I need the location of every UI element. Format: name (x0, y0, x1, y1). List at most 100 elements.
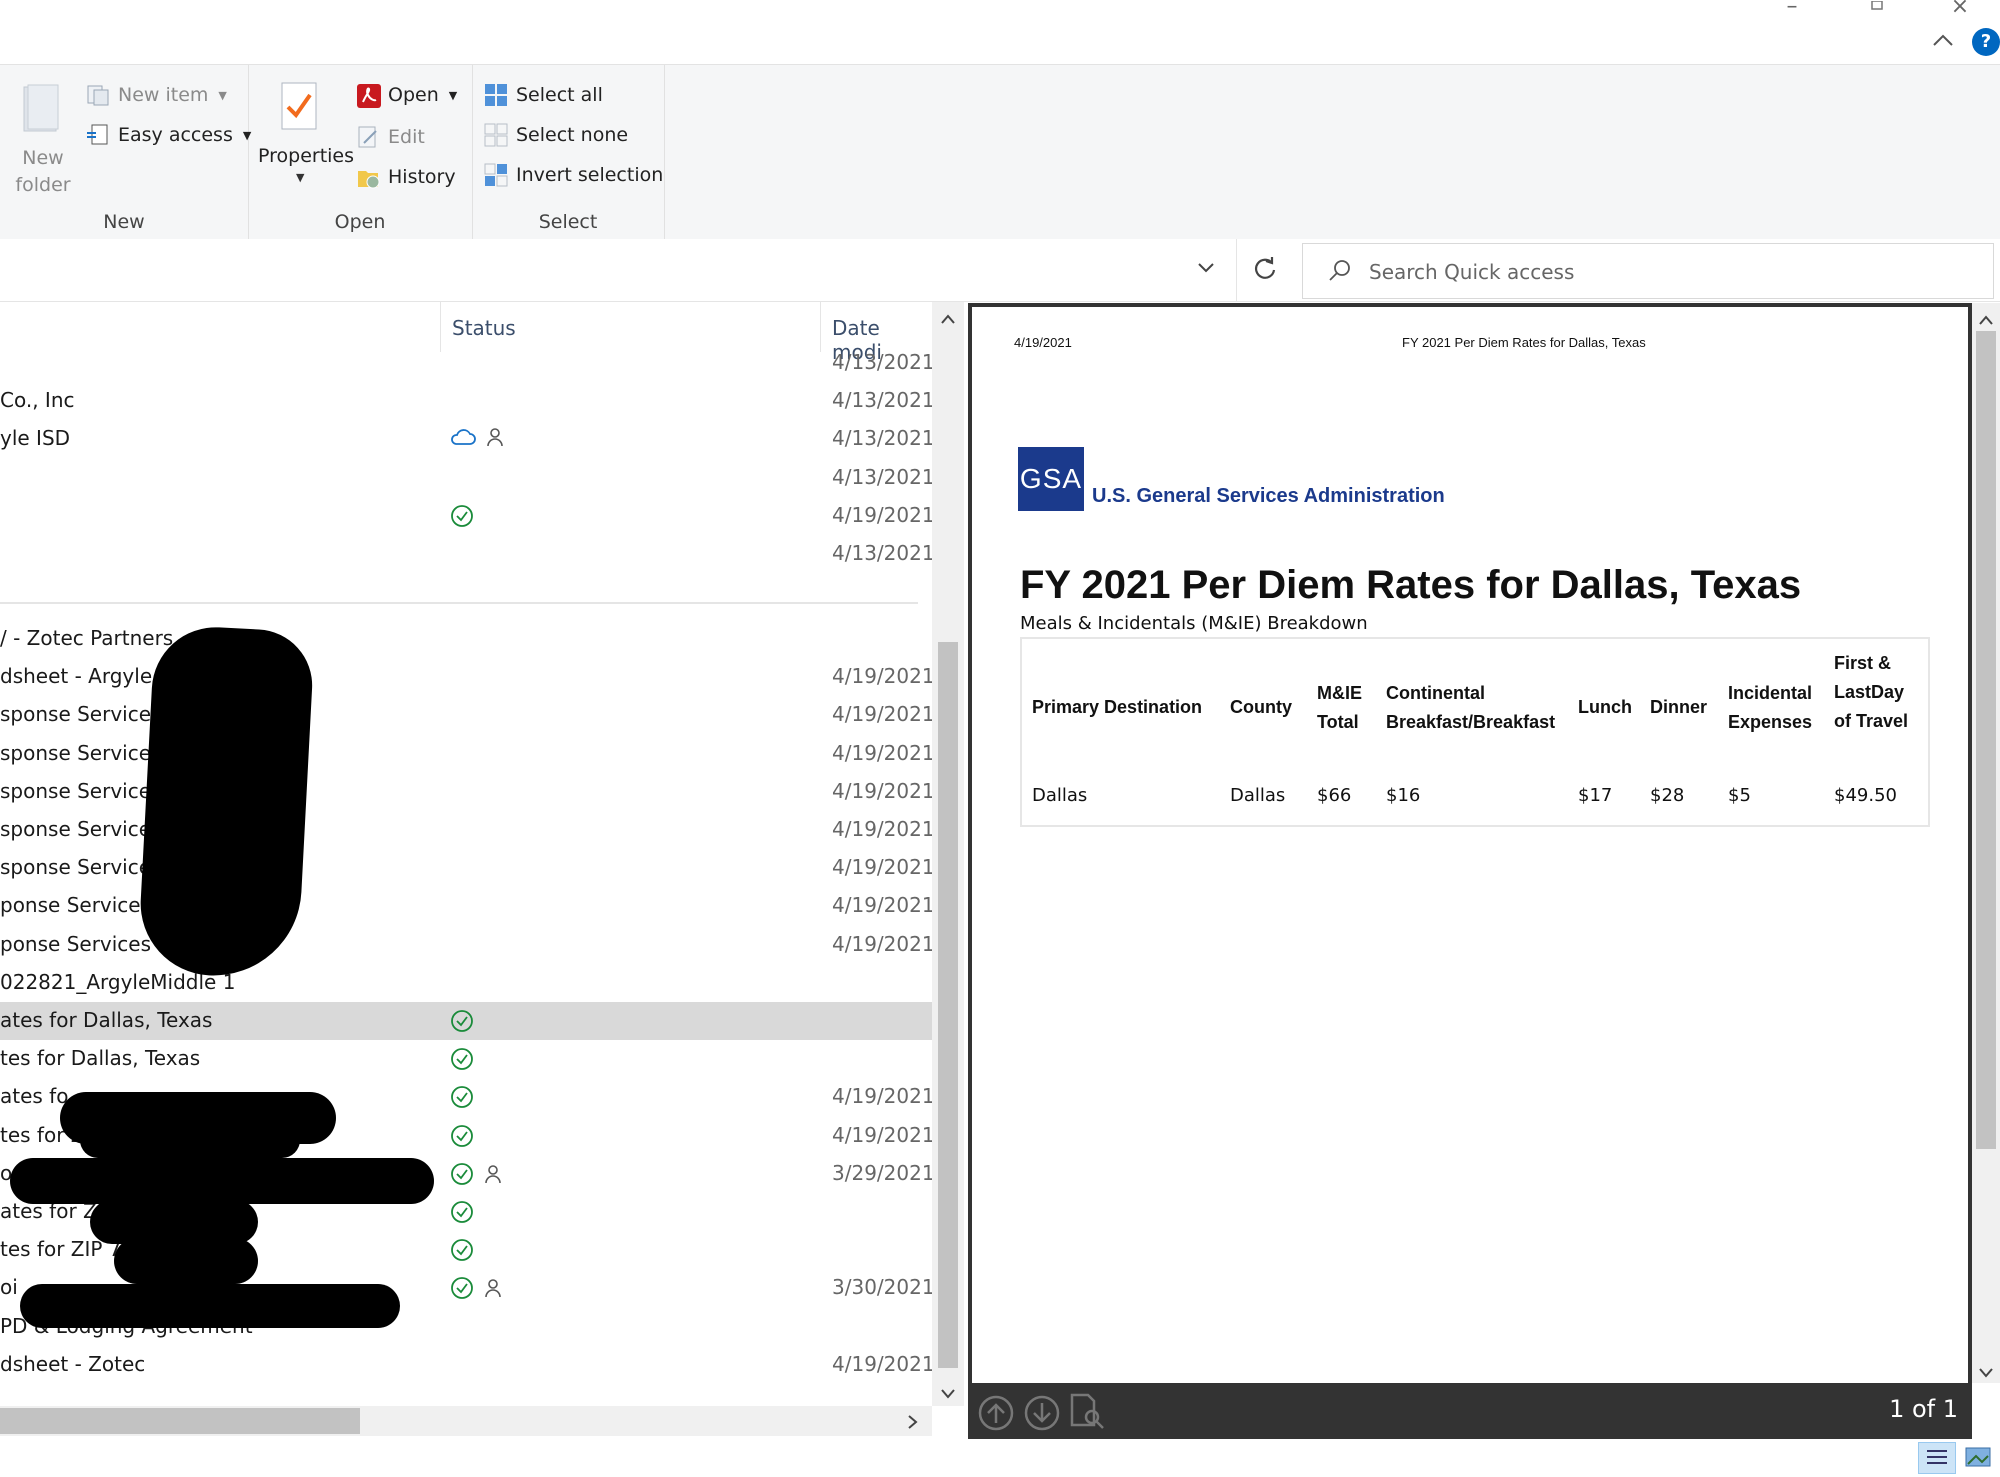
shared-person-icon (484, 1278, 502, 1302)
file-date: 4/13/2021 (832, 350, 932, 374)
synced-check-icon (450, 1009, 474, 1037)
file-row[interactable]: ponse Services - 4/19/2021 (0, 926, 932, 964)
file-row[interactable]: / - Zotec Partners (0, 620, 932, 658)
new-item-button[interactable]: New item ▼ (86, 83, 227, 107)
group-label-new: New (103, 211, 145, 233)
scroll-right-icon[interactable] (906, 1414, 918, 1434)
history-button[interactable]: History (356, 165, 456, 189)
file-row[interactable]: dsheet - Argyle 4/19/2021 (0, 658, 932, 696)
redaction-mark (10, 1158, 434, 1204)
synced-check-icon (451, 1162, 473, 1185)
pdf-icon (356, 83, 381, 108)
search-box[interactable] (1302, 243, 1994, 299)
column-header-status[interactable]: Status (452, 316, 516, 340)
scroll-up-icon[interactable] (940, 310, 956, 329)
scroll-thumb[interactable] (938, 642, 958, 1368)
properties-icon (281, 82, 317, 130)
file-row[interactable]: sponse Services 4/19/2021 (0, 811, 932, 849)
file-date: 3/29/2021 (832, 1160, 932, 1185)
document-subtitle: Meals & Incidentals (M&IE) Breakdown (1020, 613, 1368, 634)
file-name: ponse Services - (0, 931, 165, 956)
scroll-thumb[interactable] (1976, 331, 1996, 1149)
invert-selection-button[interactable]: Invert selection (484, 163, 663, 187)
file-date: 4/13/2021 (832, 541, 932, 565)
close-button[interactable]: × (1930, 0, 1990, 20)
details-view-button[interactable] (1918, 1442, 1956, 1474)
file-name: dsheet - Zotec (0, 1351, 146, 1376)
select-all-button[interactable]: Select all (484, 83, 603, 107)
properties-label[interactable]: Properties (258, 145, 354, 167)
file-name: ates fo (0, 1084, 69, 1109)
page-header-date: 4/19/2021 (1014, 335, 1072, 350)
file-date: 4/19/2021 (832, 740, 932, 765)
refresh-button[interactable] (1252, 255, 1278, 285)
file-row[interactable]: sponse Services 4/19/2021 (0, 773, 932, 811)
group-divider (0, 602, 918, 604)
shared-person-icon (484, 1164, 502, 1188)
chevron-down-icon (1198, 263, 1214, 273)
properties-button[interactable] (278, 81, 322, 139)
file-row[interactable]: 4/13/2021 (0, 344, 932, 382)
ribbon: New folder New item ▼ Easy access ▼ New Pr… (0, 64, 2000, 240)
select-none-label: Select none (516, 124, 629, 146)
view-toggle-bar (1910, 1440, 2000, 1474)
file-row[interactable]: ates for Dallas, Texas (0, 1002, 932, 1040)
minimize-button[interactable]: – (1762, 0, 1822, 20)
cloud-icon (450, 427, 476, 451)
history-icon (356, 165, 380, 189)
new-folder-button[interactable] (22, 83, 62, 137)
synced-check-icon (450, 1162, 474, 1190)
file-row[interactable]: 4/19/2021 (0, 497, 932, 535)
search-input[interactable] (1367, 254, 1971, 290)
file-row[interactable]: dsheet - Zotec 4/19/2021 (0, 1346, 932, 1384)
ribbon-group-open: Properties ▼ Open ▼ Edit History Open (248, 65, 473, 239)
file-row[interactable]: 4/13/2021 (0, 535, 932, 573)
open-button[interactable]: Open ▼ (356, 83, 457, 108)
scroll-thumb[interactable] (0, 1408, 360, 1434)
file-row[interactable]: Co., Inc 4/13/2021 (0, 382, 932, 420)
page-header-title: FY 2021 Per Diem Rates for Dallas, Texas (1402, 335, 1646, 350)
next-page-button[interactable] (1024, 1395, 1060, 1435)
file-date: 4/19/2021 (832, 502, 932, 527)
address-dropdown-button[interactable] (1196, 257, 1216, 281)
new-folder-icon (23, 84, 59, 132)
preview-scrollbar[interactable] (1972, 303, 2000, 1383)
gsa-logo: GSA (1018, 447, 1084, 511)
file-row[interactable]: sponse Services 4/19/2021 (0, 849, 932, 887)
table-header: First & LastDay of Travel (1834, 653, 1909, 731)
file-list: Status Date modi 4/13/2021 Co., Inc 4/13/2… (0, 302, 932, 1406)
table-cell: $5 (1728, 785, 1751, 806)
table-cell: $66 (1317, 785, 1352, 806)
select-none-button[interactable]: Select none (484, 123, 628, 147)
ribbon-collapse-icon[interactable] (1932, 32, 1954, 52)
vertical-scrollbar[interactable] (932, 302, 964, 1406)
previous-page-button[interactable] (978, 1395, 1014, 1435)
synced-check-icon (450, 504, 474, 532)
file-row[interactable]: sponse Services 4/19/2021 (0, 696, 932, 734)
new-folder-label[interactable]: New folder (8, 145, 78, 199)
address-row (0, 239, 2000, 302)
file-row[interactable]: yle ISD 4/13/2021 (0, 420, 932, 458)
scroll-down-icon[interactable] (940, 1384, 956, 1403)
file-row[interactable]: sponse Services 4/19/2021 (0, 735, 932, 773)
divider (1236, 239, 1237, 301)
find-in-document-button[interactable] (1068, 1391, 1108, 1435)
invert-selection-label: Invert selection (516, 164, 664, 186)
scroll-up-icon[interactable] (1978, 311, 1994, 330)
file-status (450, 1009, 474, 1037)
edit-button[interactable]: Edit (356, 125, 425, 149)
file-date: 4/13/2021 (832, 464, 932, 489)
large-icons-view-button[interactable] (1960, 1442, 1996, 1472)
synced-check-icon (450, 1047, 474, 1075)
help-icon[interactable]: ? (1972, 28, 2000, 56)
file-row[interactable]: tes for Dallas, Texas (0, 1040, 932, 1078)
file-row[interactable]: 022821_ArgyleMiddle 1 (0, 964, 932, 1002)
horizontal-scrollbar[interactable] (0, 1406, 932, 1436)
preview-toolbar: 1 of 1 (968, 1383, 1972, 1439)
agency-name: U.S. General Services Administration (1092, 485, 1445, 507)
maximize-button[interactable] (1846, 0, 1906, 20)
synced-check-icon (450, 1238, 474, 1266)
easy-access-button[interactable]: Easy access ▼ (86, 123, 251, 147)
scroll-down-icon[interactable] (1978, 1363, 1994, 1382)
file-row[interactable]: 4/13/2021 (0, 459, 932, 497)
